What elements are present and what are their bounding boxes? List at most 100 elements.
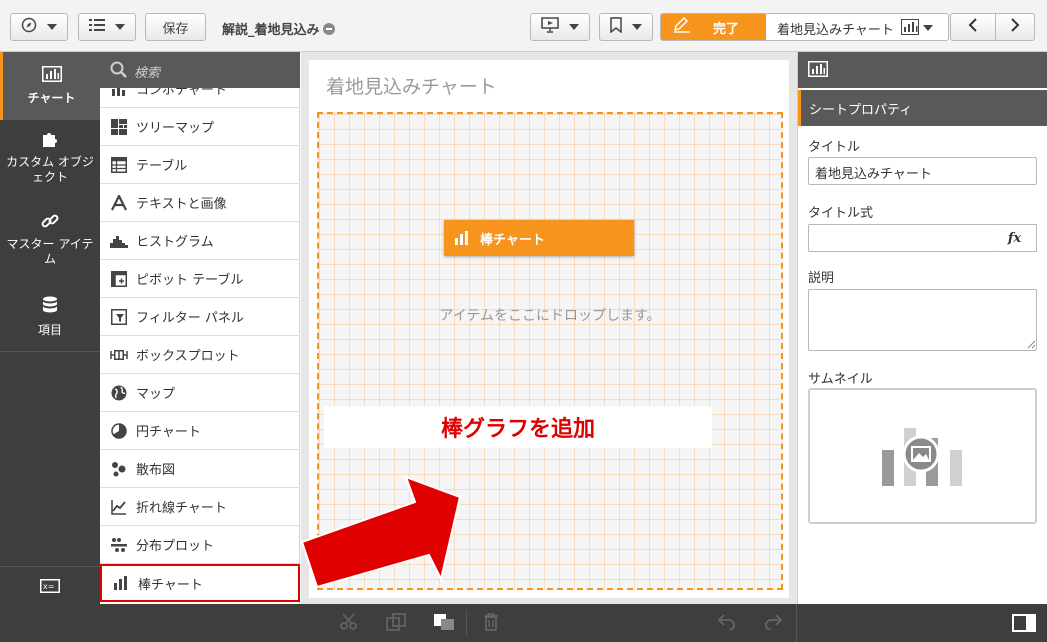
compass-icon	[21, 17, 37, 37]
list-item-combo-chart[interactable]: コンボチャート	[100, 88, 300, 108]
description-label: 説明	[808, 271, 835, 286]
line-chart-icon	[110, 498, 128, 516]
list-item-boxplot[interactable]: ボックスプロット	[100, 336, 300, 374]
sheet-canvas: 着地見込みチャート 棒チャート アイテムをここにドロップします。 棒グラフを追加	[301, 52, 797, 604]
variable-icon: x=	[40, 579, 60, 597]
text-image-icon	[110, 194, 128, 212]
sheet-properties-tab[interactable]: シートプロパティ	[798, 90, 1047, 126]
table-icon	[110, 156, 128, 174]
list-item-label: 分布プロット	[136, 539, 215, 554]
chart-list-scroll[interactable]: コンボチャート ツリーマップ テーブル テキストと画像 ヒストグラム ピボット …	[100, 88, 300, 604]
resize-handle-icon[interactable]	[1027, 340, 1036, 349]
chart-list: 検索 コンボチャート ツリーマップ テーブル テキストと画像 ヒストグラム ピボ…	[100, 52, 300, 604]
trash-icon[interactable]	[483, 613, 499, 635]
nav-item-label: マスター アイテム	[6, 237, 94, 266]
chevron-left-icon	[968, 18, 978, 36]
list-menu-icon	[89, 18, 105, 36]
next-sheet-button[interactable]	[995, 13, 1035, 41]
previous-sheet-button[interactable]	[950, 13, 996, 41]
explore-button[interactable]	[10, 13, 68, 41]
dragged-bar-chart-item[interactable]: 棒チャート	[444, 220, 634, 256]
bar-chart-icon	[3, 66, 100, 85]
boxplot-icon	[110, 346, 128, 364]
list-item-label: マップ	[136, 387, 176, 402]
title-expression-label: タイトル式	[808, 206, 874, 221]
arrow-annotation-icon	[301, 475, 462, 589]
undo-icon[interactable]	[717, 614, 736, 634]
list-item-text-image[interactable]: テキストと画像	[100, 184, 300, 222]
list-item-label: テキストと画像	[136, 197, 227, 212]
redo-icon[interactable]	[764, 614, 783, 634]
title-label: タイトル	[808, 140, 861, 155]
drop-hint: アイテムをここにドロップします。	[439, 308, 661, 324]
title-expression-input[interactable]	[808, 224, 994, 252]
combo-chart-icon	[110, 88, 128, 98]
done-button[interactable]: 完了	[661, 14, 766, 40]
scatter-plot-icon	[110, 460, 128, 478]
title-input[interactable]: 着地見込みチャート	[808, 157, 1037, 185]
done-label: 完了	[713, 21, 740, 37]
list-item-label: ボックスプロット	[136, 349, 240, 364]
properties-header	[798, 52, 1047, 88]
presentation-icon	[541, 17, 559, 37]
list-item-pivot-table[interactable]: ピボット テーブル	[100, 260, 300, 298]
nav-item-fields[interactable]: 項目	[0, 296, 100, 352]
global-menu-button[interactable]	[78, 13, 136, 41]
histogram-icon	[110, 232, 128, 250]
bar-chart-icon	[901, 19, 919, 39]
distribution-plot-icon	[110, 536, 128, 554]
toolbar-divider	[796, 604, 797, 642]
paste-icon[interactable]	[433, 613, 455, 635]
list-item-table[interactable]: テーブル	[100, 146, 300, 184]
toolbar-divider	[466, 610, 467, 636]
nav-item-charts[interactable]: チャート	[0, 52, 100, 120]
filter-pane-icon	[110, 308, 128, 326]
nav-item-label: 項目	[37, 323, 62, 337]
list-item-scatter-plot[interactable]: 散布図	[100, 450, 300, 488]
nav-item-custom-objects[interactable]: カスタム オブジェクト	[0, 130, 100, 200]
link-icon	[0, 212, 100, 233]
chevron-down-icon[interactable]	[923, 25, 933, 31]
search-icon	[110, 61, 127, 82]
expression-editor-button[interactable]: fx	[993, 224, 1037, 252]
chevron-down-icon	[115, 24, 125, 30]
top-toolbar: 保存 解説_着地見込み 完了 着地見込みチャート	[0, 0, 1047, 52]
list-item-line-chart[interactable]: 折れ線チャート	[100, 488, 300, 526]
list-item-pie-chart[interactable]: 円チャート	[100, 412, 300, 450]
chevron-down-icon	[569, 24, 579, 30]
search-input[interactable]: 検索	[134, 62, 160, 81]
present-button[interactable]	[530, 13, 590, 41]
list-item-filter-pane[interactable]: フィルター パネル	[100, 298, 300, 336]
thumbnail-picker[interactable]	[808, 388, 1037, 524]
toggle-properties-panel-icon[interactable]	[1012, 614, 1036, 636]
list-item-label: 折れ線チャート	[136, 501, 227, 516]
list-item-label: 散布図	[136, 463, 176, 478]
sheet-name: 着地見込みチャート	[777, 23, 894, 38]
scissors-icon[interactable]	[340, 613, 358, 635]
thumbnail-label: サムネイル	[808, 372, 873, 387]
search-bar[interactable]: 検索	[100, 52, 300, 88]
list-item-label: コンボチャート	[136, 88, 227, 98]
bar-chart-icon	[808, 61, 828, 81]
list-item-bar-chart[interactable]: 棒チャート	[100, 564, 300, 602]
bar-chart-icon	[454, 230, 470, 246]
variables-button[interactable]: x=	[0, 566, 100, 604]
chevron-down-icon	[632, 24, 642, 30]
annotation-callout: 棒グラフを追加	[324, 406, 712, 448]
list-item-map[interactable]: マップ	[100, 374, 300, 412]
sheet-title[interactable]: 着地見込みチャート	[326, 72, 497, 99]
nav-item-label: カスタム オブジェクト	[6, 155, 94, 184]
chevron-right-icon	[1010, 18, 1020, 36]
asset-panel-nav: チャート カスタム オブジェクト マスター アイテム 項目 x=	[0, 52, 100, 604]
copy-icon[interactable]	[386, 613, 406, 635]
bookmark-button[interactable]	[599, 13, 653, 41]
drag-chip-label: 棒チャート	[480, 232, 545, 248]
list-item-histogram[interactable]: ヒストグラム	[100, 222, 300, 260]
save-button[interactable]: 保存	[145, 13, 206, 41]
list-item-treemap[interactable]: ツリーマップ	[100, 108, 300, 146]
bottom-toolbar	[0, 604, 1047, 642]
nav-item-master-items[interactable]: マスター アイテム	[0, 212, 100, 280]
list-item-distribution-plot[interactable]: 分布プロット	[100, 526, 300, 564]
description-textarea[interactable]	[808, 289, 1037, 351]
database-icon	[0, 296, 100, 317]
